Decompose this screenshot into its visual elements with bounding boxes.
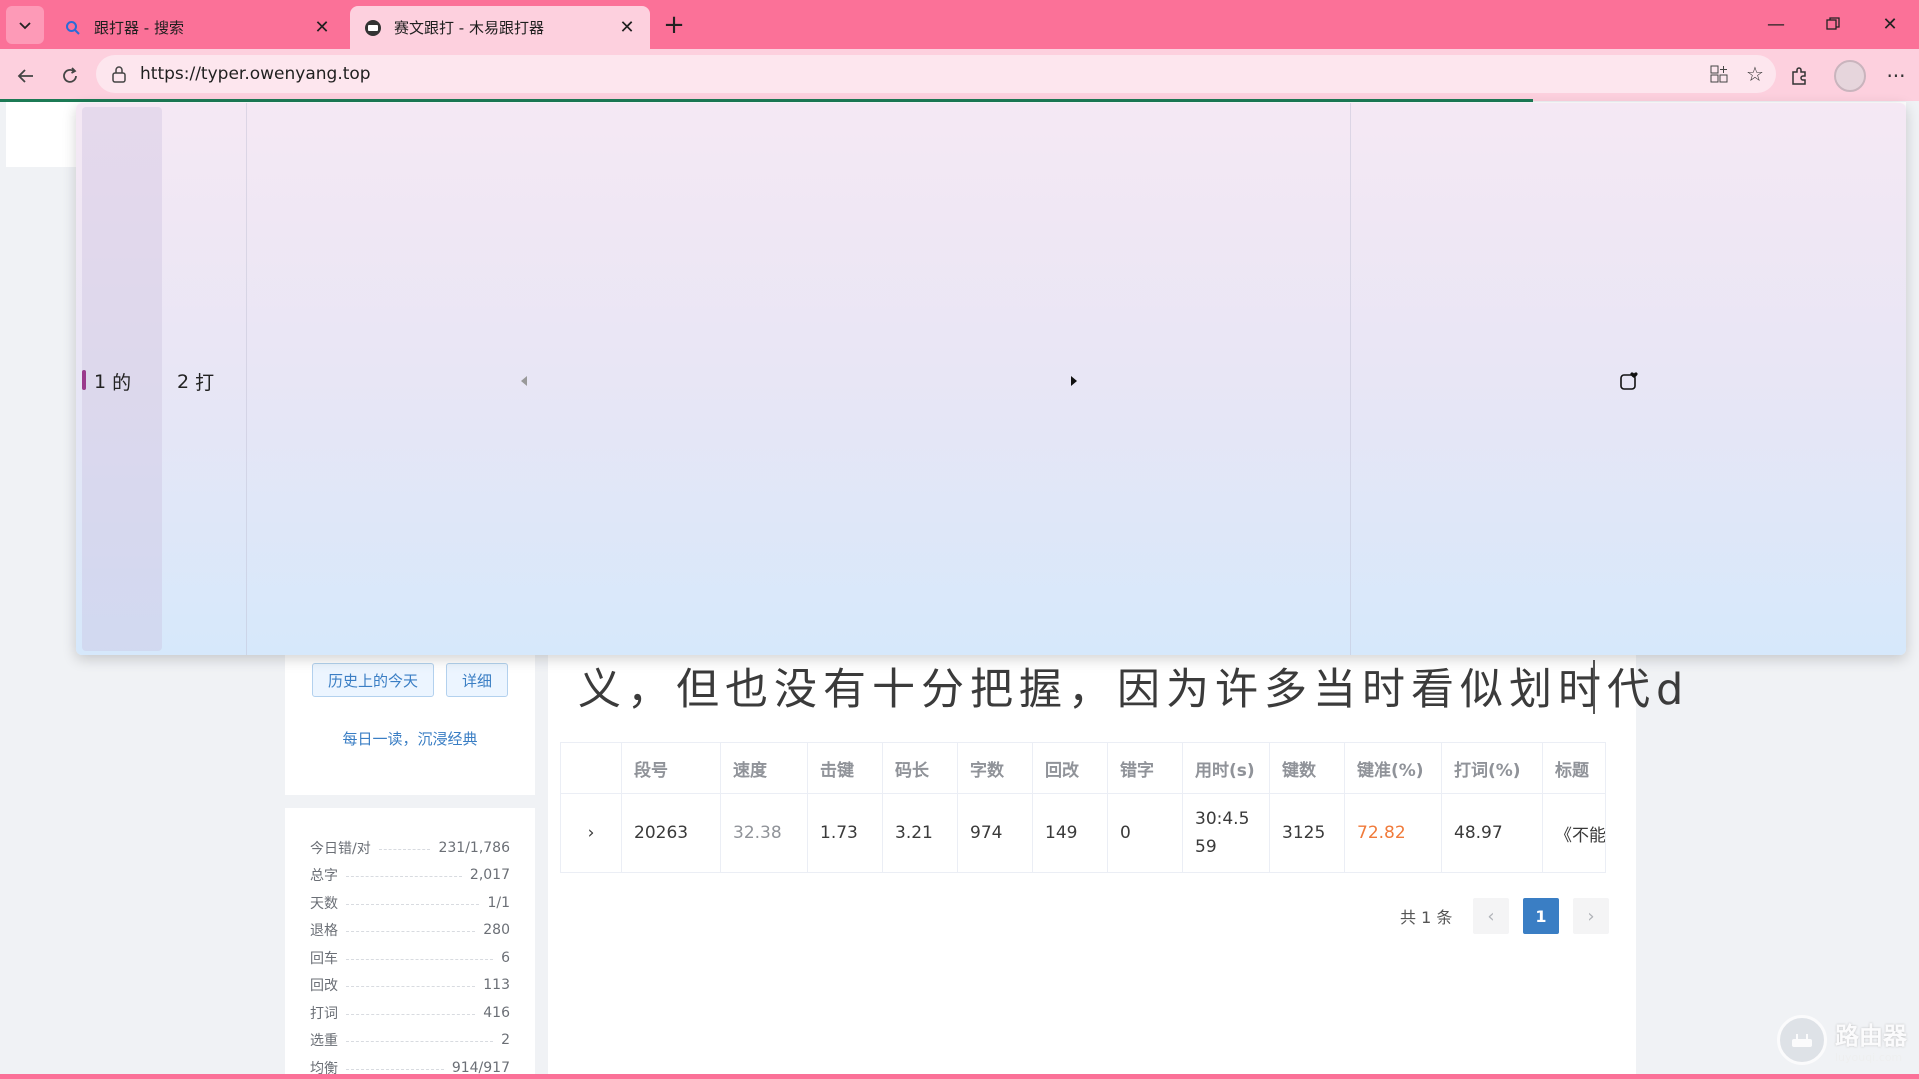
- candidate-2[interactable]: 2 打: [177, 368, 214, 395]
- col-typos[interactable]: 错字: [1107, 742, 1183, 794]
- address-bar[interactable]: https://typer.owenyang.top ☆: [96, 55, 1776, 93]
- profile-avatar[interactable]: [1833, 59, 1867, 93]
- stats-card: 今日错/对 231/1,786 总字 2,017 天数 1/1 退格 280 回车 6 回…: [285, 808, 535, 1079]
- expand-row-chevron-icon[interactable]: ›: [560, 793, 622, 873]
- close-icon[interactable]: ✕: [309, 15, 335, 41]
- stat-row: 打词 416: [310, 1005, 510, 1022]
- col-time[interactable]: 用时(s): [1182, 742, 1270, 794]
- col-keystroke[interactable]: 击键: [807, 742, 883, 794]
- col-code-length[interactable]: 码长: [882, 742, 958, 794]
- restore-icon[interactable]: [1805, 6, 1861, 42]
- close-window-icon[interactable]: ✕: [1862, 6, 1918, 42]
- new-tab-plus-icon[interactable]: +: [660, 10, 688, 40]
- browser-toolbar: https://typer.owenyang.top ☆ ···: [0, 49, 1919, 101]
- typing-input-text[interactable]: 义，但也没有十分把握，因为许多当时看似划时代d: [578, 655, 1689, 717]
- search-icon: [64, 19, 82, 37]
- ime-candidate-popup: 1 的 2 打: [76, 103, 1906, 655]
- divider: [246, 103, 247, 655]
- cell-speed: 32.38: [720, 793, 808, 873]
- site-favicon-icon: [364, 19, 382, 37]
- stat-row: 今日错/对 231/1,786: [310, 840, 510, 857]
- col-segment[interactable]: 段号: [621, 742, 721, 794]
- cell-segment: 20263: [621, 793, 721, 873]
- col-chars[interactable]: 字数: [957, 742, 1033, 794]
- stat-row: 退格 280: [310, 922, 510, 939]
- watermark: 路由器 luyouqi.com: [1777, 1015, 1907, 1065]
- cell-time: 30:4.559: [1182, 793, 1270, 873]
- cell-code-length: 3.21: [882, 793, 958, 873]
- detail-button[interactable]: 详细: [446, 663, 508, 697]
- tab-actions-button[interactable]: [6, 6, 44, 44]
- cell-keys: 3125: [1269, 793, 1345, 873]
- history-today-button[interactable]: 历史上的今天: [312, 663, 434, 697]
- daily-read-link[interactable]: 每日一读，沉浸经典: [285, 728, 535, 749]
- url-text[interactable]: https://typer.owenyang.top: [140, 64, 1704, 84]
- next-page-button[interactable]: ›: [1573, 898, 1609, 934]
- avatar: [1834, 60, 1866, 92]
- next-page-triangle-icon[interactable]: [1064, 371, 1084, 391]
- stat-row: 选重 2: [310, 1032, 510, 1049]
- reload-icon[interactable]: [54, 60, 86, 92]
- browser-titlebar: 跟打器 - 搜索 ✕ 赛文跟打 - 木易跟打器 ✕ + — ✕: [0, 0, 1919, 49]
- cell-corrections: 149: [1032, 793, 1108, 873]
- table-row[interactable]: › 20263 32.38 1.73 3.21 974 149 0 30:4.5…: [560, 793, 1606, 873]
- tab-label: 赛文跟打 - 木易跟打器: [394, 19, 544, 37]
- watermark-en: luyouqi.com: [1835, 1051, 1903, 1064]
- stat-row: 回改 113: [310, 977, 510, 994]
- pagination: ‹ 1 ›: [1473, 898, 1609, 934]
- col-key-accuracy[interactable]: 键准(%): [1344, 742, 1442, 794]
- tab-typer[interactable]: 赛文跟打 - 木易跟打器 ✕: [350, 6, 650, 49]
- cell-key-accuracy: 72.82: [1344, 793, 1442, 873]
- col-keys[interactable]: 键数: [1269, 742, 1345, 794]
- divider: [1350, 103, 1351, 655]
- col-expand: [560, 742, 622, 794]
- back-arrow-icon[interactable]: [10, 60, 42, 92]
- watermark-cn: 路由器: [1835, 1022, 1907, 1050]
- more-menu-icon[interactable]: ···: [1879, 59, 1913, 93]
- col-title[interactable]: 标题: [1542, 742, 1606, 794]
- results-table: 段号 速度 击键 码长 字数 回改 错字 用时(s) 键数 键准(%) 打词(%…: [560, 742, 1606, 873]
- prev-page-button[interactable]: ‹: [1473, 898, 1509, 934]
- cell-typos: 0: [1107, 793, 1183, 873]
- favorite-star-icon[interactable]: ☆: [1740, 59, 1770, 89]
- close-icon[interactable]: ✕: [614, 15, 640, 41]
- cell-title: 《不能: [1542, 793, 1606, 873]
- pagination-total: 共 1 条: [1400, 908, 1453, 927]
- table-header-row: 段号 速度 击键 码长 字数 回改 错字 用时(s) 键数 键准(%) 打词(%…: [560, 742, 1606, 794]
- cell-chars: 974: [957, 793, 1033, 873]
- col-word-rate[interactable]: 打词(%): [1441, 742, 1543, 794]
- lock-icon[interactable]: [108, 63, 130, 85]
- col-corrections[interactable]: 回改: [1032, 742, 1108, 794]
- stat-row: 总字 2,017: [310, 867, 510, 884]
- tab-search[interactable]: 跟打器 - 搜索 ✕: [50, 6, 345, 49]
- prev-page-triangle-icon[interactable]: [514, 371, 534, 391]
- favorite-heart-icon[interactable]: [1619, 371, 1639, 391]
- router-logo-icon: [1777, 1015, 1827, 1065]
- text-cursor: [1593, 660, 1595, 714]
- chevron-down-icon: [19, 22, 31, 30]
- app-available-icon[interactable]: [1704, 59, 1734, 89]
- minimize-icon[interactable]: —: [1748, 6, 1804, 42]
- page-1-button[interactable]: 1: [1523, 898, 1559, 934]
- selection-marker: [82, 370, 86, 390]
- cell-word-rate: 48.97: [1441, 793, 1543, 873]
- tab-label: 跟打器 - 搜索: [94, 19, 184, 37]
- cell-keystroke: 1.73: [807, 793, 883, 873]
- candidate-1[interactable]: 1 的: [94, 368, 131, 395]
- col-speed[interactable]: 速度: [720, 742, 808, 794]
- window-border: [0, 1074, 1919, 1079]
- stat-row: 回车 6: [310, 950, 510, 967]
- extensions-puzzle-icon[interactable]: [1782, 59, 1816, 93]
- stat-row: 天数 1/1: [310, 895, 510, 912]
